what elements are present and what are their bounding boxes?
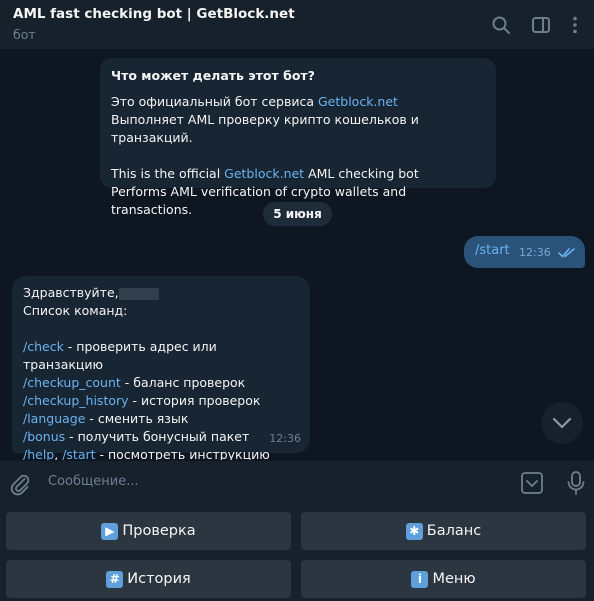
attach-icon[interactable]: [8, 472, 32, 496]
microphone-icon[interactable]: [565, 470, 587, 496]
en-line1-suffix: AML checking bot: [304, 166, 419, 181]
play-icon: ▶: [101, 522, 119, 540]
keyboard-button-history-label: История: [127, 571, 191, 587]
asterisk-icon: ✱: [405, 522, 423, 540]
getblock-link-en[interactable]: Getblock.net: [224, 166, 304, 181]
keyboard-button-history[interactable]: # История: [6, 560, 291, 598]
greeting-line: Здравствуйте,: [23, 284, 299, 302]
command-help[interactable]: /help: [23, 447, 54, 460]
keyboard-button-check[interactable]: ▶ Проверка: [6, 512, 291, 550]
bot-description-en-line1: This is the official Getblock.net AML ch…: [111, 165, 485, 183]
info-icon: i: [411, 570, 429, 588]
command-line-help: /help, /start - посмотреть инструкцию: [23, 446, 299, 460]
command-line-check: /check - проверить адрес или транзакцию: [23, 338, 299, 374]
date-separator: 5 июня: [263, 202, 332, 226]
bot-description-ru-line1: Это официальный бот сервиса Getblock.net: [111, 93, 485, 111]
command-start[interactable]: /start: [62, 447, 95, 460]
command-checkup-count[interactable]: /checkup_count: [23, 375, 121, 390]
command-checkup-count-desc: - баланс проверок: [120, 375, 246, 390]
command-line-bonus: /bonus - получить бонусный пакет: [23, 428, 299, 446]
chevron-down-icon: [552, 417, 572, 429]
command-line-checkup-history: /checkup_history - история проверок: [23, 392, 299, 410]
keyboard-button-balance-label: Баланс: [426, 523, 482, 539]
incoming-message-time: 12:36: [269, 432, 301, 445]
search-icon[interactable]: [489, 13, 513, 37]
command-language-desc: - сменить язык: [85, 411, 189, 426]
ru-line1-text: Это официальный бот сервиса: [111, 94, 318, 109]
bot-description-ru-line2: Выполняет AML проверку крипто кошельков …: [111, 112, 419, 145]
bot-reply-keyboard: ▶ Проверка ✱ Баланс # История i Меню: [0, 505, 594, 601]
command-help-desc: - посмотреть инструкцию: [95, 447, 270, 460]
command-line-language: /language - сменить язык: [23, 410, 299, 428]
message-input[interactable]: Сообщение...: [48, 474, 139, 489]
double-check-icon: [558, 248, 575, 258]
outgoing-message-text[interactable]: /start: [475, 243, 510, 258]
outgoing-message-time: 12:36: [519, 246, 551, 259]
command-bonus-desc: - получить бонусный пакет: [65, 429, 250, 444]
command-line-checkup-count: /checkup_count - баланс проверок: [23, 374, 299, 392]
bot-description-card: Что может делать этот бот? Это официальн…: [100, 58, 496, 217]
outgoing-message[interactable]: /start 12:36: [464, 236, 585, 268]
commands-title: Список команд:: [23, 303, 128, 318]
command-bonus[interactable]: /bonus: [23, 429, 65, 444]
scroll-to-bottom-button[interactable]: [541, 402, 583, 444]
keyboard-button-check-label: Проверка: [122, 523, 196, 539]
command-check[interactable]: /check: [23, 339, 64, 354]
greeting-text: Здравствуйте,: [23, 285, 119, 300]
more-vertical-icon[interactable]: [563, 13, 587, 37]
hash-icon: #: [106, 570, 124, 588]
command-separator: ,: [54, 447, 63, 460]
command-language[interactable]: /language: [23, 411, 85, 426]
sidebar-toggle-icon[interactable]: [529, 13, 553, 37]
chat-header: AML fast checking bot | GetBlock.net бот: [0, 0, 594, 50]
message-list[interactable]: Что может делать этот бот? Это официальн…: [0, 50, 594, 460]
en-line1-text: This is the official: [111, 166, 225, 181]
command-checkup-history[interactable]: /checkup_history: [23, 393, 129, 408]
command-checkup-history-desc: - история проверок: [128, 393, 261, 408]
bot-description-title: Что может делать этот бот?: [111, 68, 315, 83]
bot-keyboard-icon[interactable]: [519, 471, 545, 495]
chat-subtitle: бот: [13, 27, 36, 42]
getblock-link-ru[interactable]: Getblock.net: [318, 94, 398, 109]
keyboard-button-menu[interactable]: i Меню: [301, 560, 586, 598]
chat-title[interactable]: AML fast checking bot | GetBlock.net: [13, 6, 295, 22]
incoming-message[interactable]: Здравствуйте, Список команд: /check - пр…: [12, 276, 310, 460]
message-composer: Сообщение...: [0, 461, 594, 505]
keyboard-button-balance[interactable]: ✱ Баланс: [301, 512, 586, 550]
redacted-username: [118, 287, 159, 300]
keyboard-button-menu-label: Меню: [432, 571, 476, 587]
